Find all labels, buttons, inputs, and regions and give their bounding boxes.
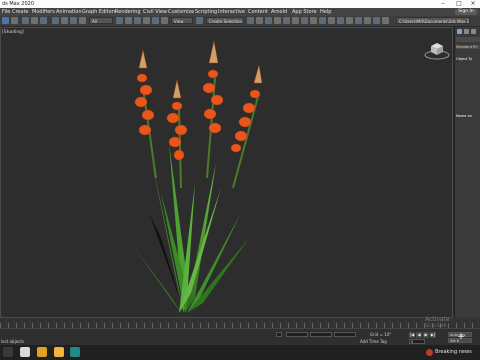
layer-explorer-icon[interactable] (265, 17, 272, 24)
geometry-type-icons[interactable] (456, 37, 480, 42)
mirror-icon[interactable] (247, 17, 254, 24)
menu-civil-view[interactable]: Civil View (143, 9, 167, 15)
windows-taskbar (0, 345, 480, 360)
menu-content[interactable]: Content (248, 9, 268, 15)
menu-modifiers[interactable]: Modifiers (32, 9, 55, 15)
select-rotate-icon[interactable] (70, 17, 77, 24)
news-widget[interactable]: Breaking news (435, 349, 472, 355)
workspace-icon[interactable] (382, 17, 389, 24)
link-icon[interactable] (22, 17, 29, 24)
search-icon[interactable] (20, 347, 30, 357)
title-bar: ds Max 2020 – □ × (0, 0, 480, 8)
close-button[interactable]: × (466, 0, 480, 8)
rotate-icon[interactable] (152, 17, 159, 24)
pivot-center-icon[interactable] (196, 17, 203, 24)
render-setup-icon[interactable] (310, 17, 317, 24)
viewcube-icon[interactable] (424, 38, 450, 60)
object-type-rollout[interactable]: Object Ty (456, 57, 480, 61)
reference-coordinate-dropdown[interactable]: View (171, 17, 193, 24)
menu-customize[interactable]: Customize (168, 9, 194, 15)
menu-create[interactable]: Create (12, 9, 29, 15)
menu-arnold[interactable]: Arnold (271, 9, 287, 15)
redo-icon[interactable] (11, 17, 18, 24)
name-and-color-rollout[interactable]: Name an (456, 114, 480, 118)
render-iterative-icon[interactable] (337, 17, 344, 24)
grid-readout: Grid = 10" (370, 332, 392, 337)
x-coordinate-field[interactable] (286, 332, 308, 337)
lock-selection-icon[interactable] (276, 332, 282, 337)
schematic-view-icon[interactable] (292, 17, 299, 24)
main-toolbar: All View Create Selection Se C:\Users\Mi… (0, 16, 480, 27)
named-selection-sets-dropdown[interactable]: Create Selection Se (206, 17, 244, 24)
arnold-render-icon[interactable] (346, 17, 353, 24)
select-move-icon[interactable] (61, 17, 68, 24)
status-bar: lect objects Grid = 10" Add Time Tag |◀ … (0, 328, 480, 346)
gladiolus-plant-model[interactable] (121, 38, 291, 318)
activate-windows-watermark: Activate (425, 316, 450, 323)
menu-graph-editors[interactable]: Graph Editors (82, 9, 116, 15)
current-frame-field[interactable]: 0 (409, 339, 425, 344)
hierarchy-tab-icon[interactable] (471, 29, 476, 34)
sign-in-button[interactable]: Sign In (455, 9, 477, 15)
move-icon[interactable] (143, 17, 150, 24)
status-prompt: lect objects (1, 339, 25, 344)
previous-frame-icon[interactable]: ◀ (416, 332, 422, 338)
menu-app-store[interactable]: App Store (292, 9, 317, 15)
menu-rendering[interactable]: Rendering (115, 9, 141, 15)
add-time-tag-button[interactable]: Add Time Tag (360, 339, 387, 344)
start-icon[interactable] (3, 347, 13, 357)
3ds-max-taskbar-icon[interactable] (70, 347, 80, 357)
project-path-field[interactable]: C:\Users\Mit\Documents\3ds Max 2020 (396, 17, 470, 24)
select-scale-icon[interactable] (79, 17, 86, 24)
bind-space-warp-icon[interactable] (40, 17, 47, 24)
timeline-track[interactable] (0, 318, 480, 328)
menu-bar: File Create Modifiers Animation Graph Ed… (0, 8, 480, 16)
minimize-button[interactable]: – (436, 0, 450, 8)
select-region-icon[interactable] (125, 17, 132, 24)
menu-scripting[interactable]: Scripting (195, 9, 217, 15)
chrome-icon[interactable] (37, 347, 47, 357)
menu-interactive[interactable]: Interactive (218, 9, 245, 15)
selection-filter-dropdown[interactable]: All (89, 17, 113, 24)
select-icon[interactable] (52, 17, 59, 24)
primitive-type-dropdown[interactable]: Standard Pri (456, 45, 480, 49)
set-key-icon[interactable]: + (456, 332, 466, 342)
align-icon[interactable] (256, 17, 263, 24)
curve-editor-icon[interactable] (283, 17, 290, 24)
viewport-label[interactable]: [Shading] (2, 30, 24, 35)
y-coordinate-field[interactable] (310, 332, 332, 337)
save-scene-icon[interactable] (364, 17, 371, 24)
menu-animation[interactable]: Animation (56, 9, 82, 15)
menu-file[interactable]: File (2, 9, 10, 15)
modify-tab-icon[interactable] (464, 29, 469, 34)
menu-help[interactable]: Help (320, 9, 331, 15)
go-to-start-icon[interactable]: |◀ (409, 332, 415, 338)
play-icon[interactable]: ▶ (423, 332, 429, 338)
open-scene-icon[interactable] (355, 17, 362, 24)
rendered-frame-window-icon[interactable] (319, 17, 326, 24)
render-production-icon[interactable] (328, 17, 335, 24)
toggle-ribbon-icon[interactable] (274, 17, 281, 24)
z-coordinate-field[interactable] (334, 332, 356, 337)
perspective-viewport[interactable]: [Shading] (0, 27, 453, 318)
material-editor-icon[interactable] (301, 17, 308, 24)
next-frame-icon[interactable]: ▶| (430, 332, 436, 338)
window-crossing-icon[interactable] (134, 17, 141, 24)
create-tab-icon[interactable] (457, 29, 462, 34)
select-by-name-icon[interactable] (116, 17, 123, 24)
window-title: ds Max 2020 (2, 1, 35, 7)
command-panel: Standard Pri Object Ty Name an (454, 27, 480, 318)
unlink-icon[interactable] (31, 17, 38, 24)
news-icon[interactable] (426, 349, 433, 356)
undo-icon[interactable] (2, 17, 9, 24)
project-folder-icon[interactable] (373, 17, 380, 24)
maximize-button[interactable]: □ (452, 0, 466, 8)
scale-icon[interactable] (161, 17, 168, 24)
file-explorer-icon[interactable] (54, 347, 64, 357)
